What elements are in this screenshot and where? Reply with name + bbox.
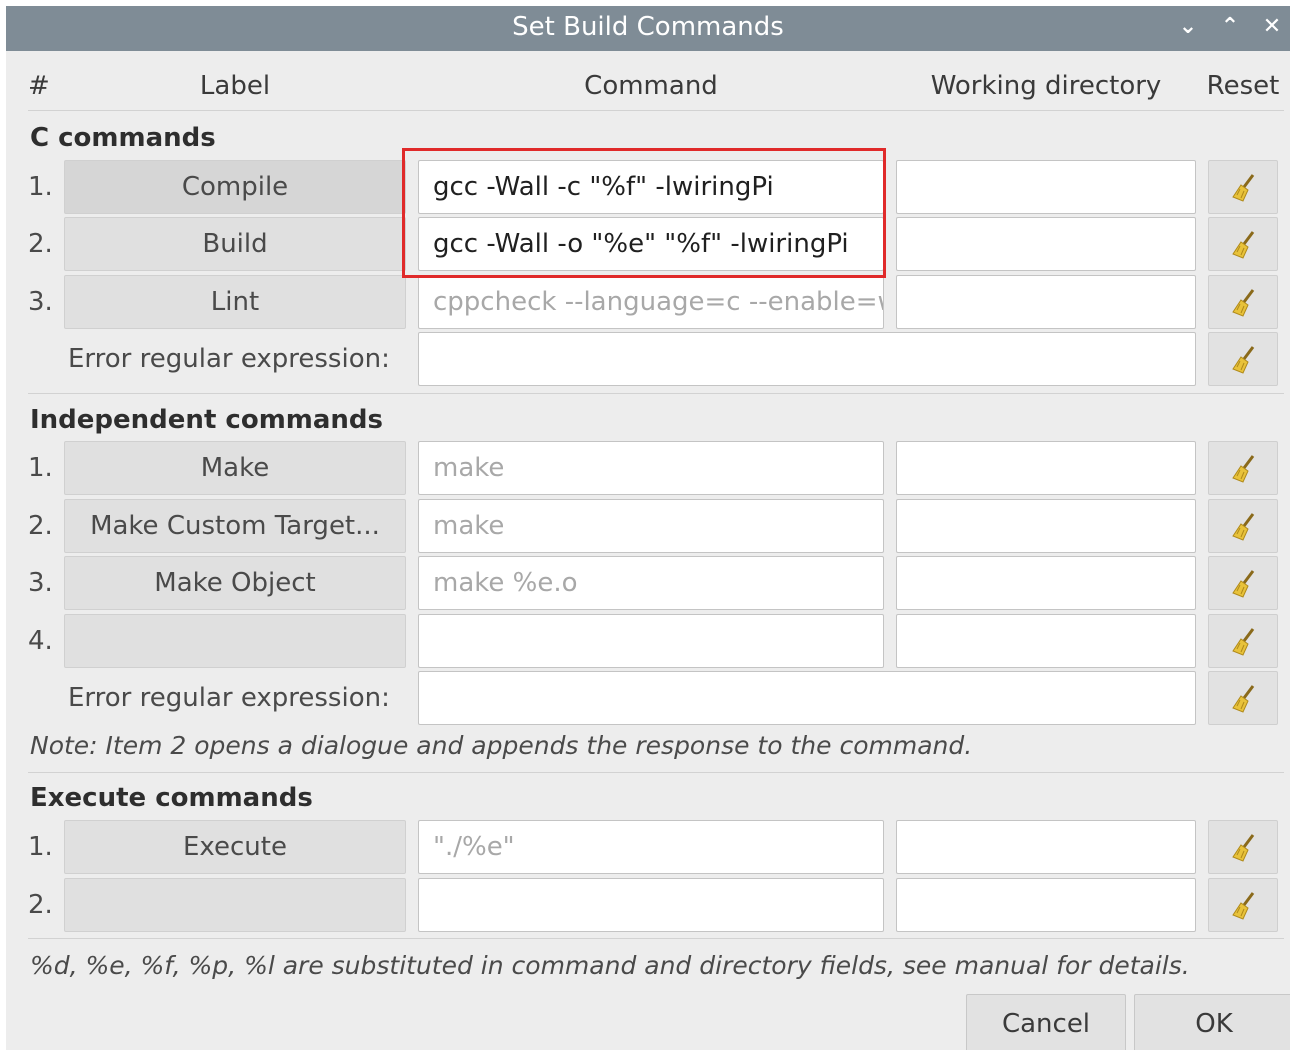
broom-icon bbox=[1232, 628, 1255, 656]
header-label: Label bbox=[199, 71, 271, 101]
independent-4-label-button[interactable] bbox=[64, 614, 406, 668]
broom-icon bbox=[1232, 346, 1255, 374]
make-custom-target-command-field[interactable]: make bbox=[418, 499, 884, 553]
independent-error-regex-label: Error regular expression: bbox=[68, 683, 390, 713]
make-directory-field[interactable] bbox=[896, 441, 1196, 495]
lint-label-button[interactable]: Lint bbox=[64, 275, 406, 329]
build-reset-button[interactable] bbox=[1208, 217, 1278, 271]
close-button[interactable]: ✕ bbox=[1254, 6, 1290, 51]
independent-4-reset-button[interactable] bbox=[1208, 614, 1278, 668]
broom-icon bbox=[1232, 892, 1255, 920]
execute-2-directory-field[interactable] bbox=[896, 878, 1196, 932]
independent-4-command-field[interactable] bbox=[418, 614, 884, 668]
row-number: 1. bbox=[28, 172, 53, 202]
c-error-regex-label: Error regular expression: bbox=[68, 344, 390, 374]
execute-directory-field[interactable] bbox=[896, 820, 1196, 874]
section-separator bbox=[28, 938, 1284, 939]
row-number: 4. bbox=[28, 626, 53, 656]
broom-icon bbox=[1232, 289, 1255, 317]
execute-label-button[interactable]: Execute bbox=[64, 820, 406, 874]
make-custom-target-label-button[interactable]: Make Custom Target... bbox=[64, 499, 406, 553]
make-object-label-button[interactable]: Make Object bbox=[64, 556, 406, 610]
section-title-independent-commands: Independent commands bbox=[30, 405, 384, 435]
broom-icon bbox=[1232, 834, 1255, 862]
header-reset: Reset bbox=[1206, 71, 1280, 101]
broom-icon bbox=[1232, 513, 1255, 541]
title-bar[interactable]: Set Build Commands ⌄ ⌃ ✕ bbox=[6, 6, 1290, 51]
lint-reset-button[interactable] bbox=[1208, 275, 1278, 329]
execute-2-command-field[interactable] bbox=[418, 878, 884, 932]
make-custom-target-reset-button[interactable] bbox=[1208, 499, 1278, 553]
row-number: 1. bbox=[28, 832, 53, 862]
independent-4-directory-field[interactable] bbox=[896, 614, 1196, 668]
row-number: 3. bbox=[28, 568, 53, 598]
ok-button[interactable]: OK bbox=[1134, 994, 1290, 1050]
broom-icon bbox=[1232, 685, 1255, 713]
header-separator bbox=[28, 110, 1284, 111]
header-number: # bbox=[28, 71, 50, 101]
header-command: Command bbox=[584, 71, 718, 101]
set-build-commands-dialog: Set Build Commands ⌄ ⌃ ✕ # Label Command… bbox=[6, 6, 1290, 1050]
section-separator bbox=[28, 772, 1284, 773]
make-object-reset-button[interactable] bbox=[1208, 556, 1278, 610]
row-number: 3. bbox=[28, 287, 53, 317]
make-reset-button[interactable] bbox=[1208, 441, 1278, 495]
make-object-directory-field[interactable] bbox=[896, 556, 1196, 610]
execute-2-reset-button[interactable] bbox=[1208, 878, 1278, 932]
broom-icon bbox=[1232, 570, 1255, 598]
make-command-field[interactable]: make bbox=[418, 441, 884, 495]
make-label-button[interactable]: Make bbox=[64, 441, 406, 495]
compile-directory-field[interactable] bbox=[896, 160, 1196, 214]
c-error-regex-field[interactable] bbox=[418, 332, 1196, 386]
row-number: 1. bbox=[28, 453, 53, 483]
lint-directory-field[interactable] bbox=[896, 275, 1196, 329]
cancel-button[interactable]: Cancel bbox=[966, 994, 1126, 1050]
broom-icon bbox=[1232, 174, 1255, 202]
section-separator bbox=[28, 393, 1284, 394]
maximize-button[interactable]: ⌃ bbox=[1212, 6, 1248, 51]
minimize-button[interactable]: ⌄ bbox=[1170, 6, 1206, 51]
section-title-c-commands: C commands bbox=[30, 123, 216, 153]
build-label-button[interactable]: Build bbox=[64, 217, 406, 271]
highlight-box bbox=[402, 148, 886, 278]
execute-2-label-button[interactable] bbox=[64, 878, 406, 932]
lint-command-field[interactable]: cppcheck --language=c --enable=w bbox=[418, 275, 884, 329]
independent-error-regex-field[interactable] bbox=[418, 671, 1196, 725]
footer-note: %d, %e, %f, %p, %l are substituted in co… bbox=[30, 951, 1190, 980]
header-working-directory: Working directory bbox=[930, 71, 1162, 101]
independent-error-regex-reset-button[interactable] bbox=[1208, 671, 1278, 725]
row-number: 2. bbox=[28, 229, 53, 259]
c-error-regex-reset-button[interactable] bbox=[1208, 332, 1278, 386]
window-title: Set Build Commands bbox=[512, 12, 784, 42]
compile-label-button[interactable]: Compile bbox=[64, 160, 406, 214]
section-title-execute-commands: Execute commands bbox=[30, 783, 313, 813]
make-object-command-field[interactable]: make %e.o bbox=[418, 556, 884, 610]
execute-reset-button[interactable] bbox=[1208, 820, 1278, 874]
row-number: 2. bbox=[28, 890, 53, 920]
execute-command-field[interactable]: "./%e" bbox=[418, 820, 884, 874]
compile-reset-button[interactable] bbox=[1208, 160, 1278, 214]
build-directory-field[interactable] bbox=[896, 217, 1196, 271]
independent-note: Note: Item 2 opens a dialogue and append… bbox=[30, 731, 973, 760]
broom-icon bbox=[1232, 231, 1255, 259]
make-custom-target-directory-field[interactable] bbox=[896, 499, 1196, 553]
broom-icon bbox=[1232, 455, 1255, 483]
row-number: 2. bbox=[28, 511, 53, 541]
